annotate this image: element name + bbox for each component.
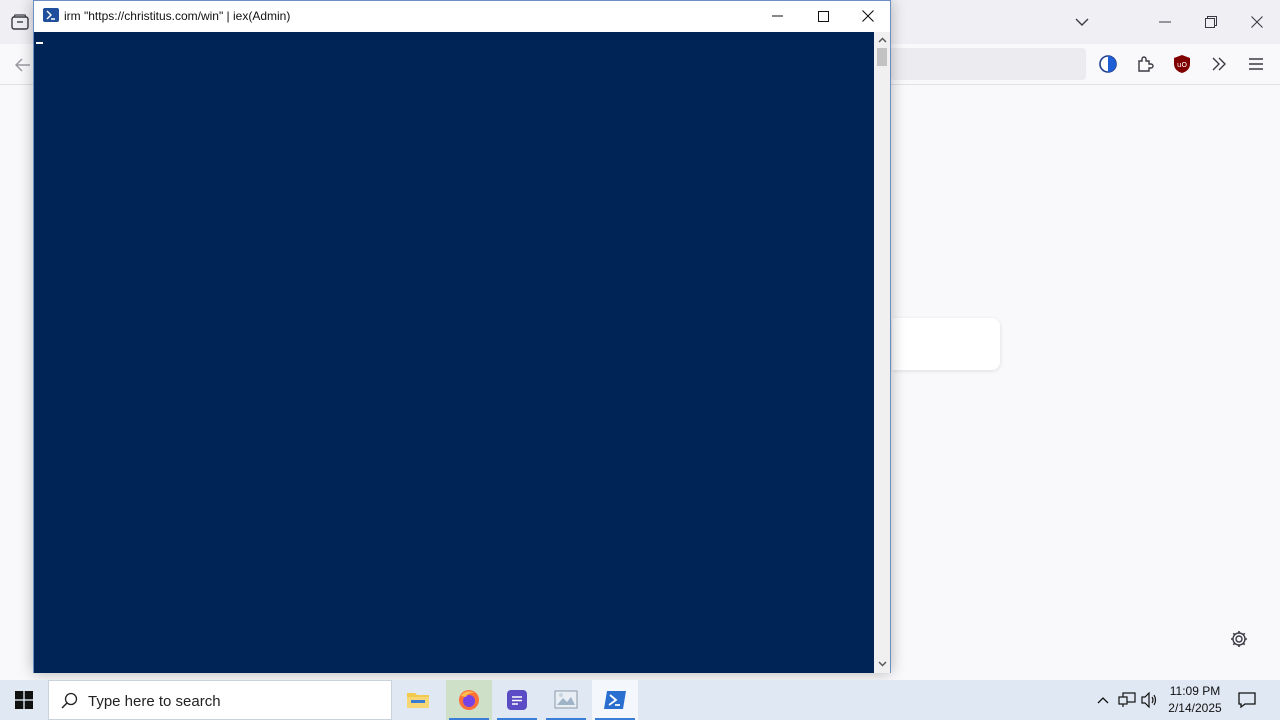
taskbar-app-notes[interactable] bbox=[494, 680, 540, 720]
text-cursor bbox=[36, 42, 43, 44]
folder-icon bbox=[407, 693, 429, 708]
taskbar-app-file-explorer[interactable] bbox=[395, 680, 441, 720]
list-all-tabs-icon[interactable] bbox=[1070, 10, 1094, 34]
url-bar[interactable] bbox=[890, 48, 1086, 80]
settings-gear-icon[interactable] bbox=[1226, 626, 1252, 652]
powershell-icon bbox=[604, 691, 626, 709]
ublock-origin-icon[interactable]: uO bbox=[1169, 51, 1195, 77]
scroll-down-arrow-icon[interactable] bbox=[874, 656, 890, 672]
powershell-window[interactable]: irm "https://christitus.com/win" | iex(A… bbox=[33, 0, 891, 673]
taskbar-app-photos[interactable] bbox=[543, 680, 589, 720]
search-icon bbox=[61, 692, 78, 714]
taskbar-search-box[interactable]: Type here to search bbox=[48, 680, 392, 720]
browser-restore-button[interactable] bbox=[1191, 8, 1231, 36]
show-hidden-icons-chevron-icon[interactable] bbox=[1093, 680, 1113, 720]
powershell-titlebar[interactable]: irm "https://christitus.com/win" | iex(A… bbox=[34, 1, 890, 32]
maximize-button[interactable] bbox=[800, 1, 846, 31]
more-tools-chevron-icon[interactable] bbox=[1206, 51, 1232, 77]
scrollbar-thumb[interactable] bbox=[877, 48, 887, 66]
clock-time: 11:09 PM bbox=[1169, 684, 1221, 698]
clock-date: 2/14/2025 bbox=[1168, 701, 1222, 715]
action-center-notification-icon[interactable] bbox=[1234, 680, 1260, 720]
dark-reader-icon[interactable] bbox=[1095, 51, 1121, 77]
svg-text:uO: uO bbox=[1177, 61, 1187, 69]
search-placeholder: Type here to search bbox=[88, 693, 221, 710]
network-icon[interactable] bbox=[1116, 680, 1138, 720]
scroll-up-arrow-icon[interactable] bbox=[874, 32, 890, 48]
minimize-button[interactable] bbox=[754, 1, 800, 31]
console-area[interactable] bbox=[34, 32, 874, 673]
volume-icon[interactable] bbox=[1139, 680, 1161, 720]
windows-logo-icon bbox=[15, 691, 33, 709]
firefox-icon bbox=[459, 690, 479, 710]
taskbar: Type here to search 11:09 PM 2/14/2025 bbox=[0, 680, 1280, 720]
firefox-view-icon[interactable] bbox=[8, 10, 32, 34]
window-title: irm "https://christitus.com/win" | iex(A… bbox=[64, 9, 291, 23]
browser-close-button[interactable] bbox=[1237, 8, 1277, 36]
close-button[interactable] bbox=[845, 1, 891, 31]
powershell-icon bbox=[43, 8, 59, 22]
search-card[interactable] bbox=[892, 318, 1000, 370]
photos-icon bbox=[554, 690, 578, 709]
browser-minimize-button[interactable] bbox=[1145, 8, 1185, 36]
taskbar-app-powershell[interactable] bbox=[592, 680, 638, 720]
taskbar-app-firefox[interactable] bbox=[446, 680, 492, 720]
extensions-puzzle-icon[interactable] bbox=[1132, 51, 1158, 77]
vertical-scrollbar[interactable] bbox=[874, 32, 890, 673]
start-button[interactable] bbox=[0, 680, 48, 720]
system-clock[interactable]: 11:09 PM 2/14/2025 bbox=[1162, 683, 1228, 717]
hamburger-menu-icon[interactable] bbox=[1243, 51, 1269, 77]
notes-app-icon bbox=[507, 690, 527, 710]
